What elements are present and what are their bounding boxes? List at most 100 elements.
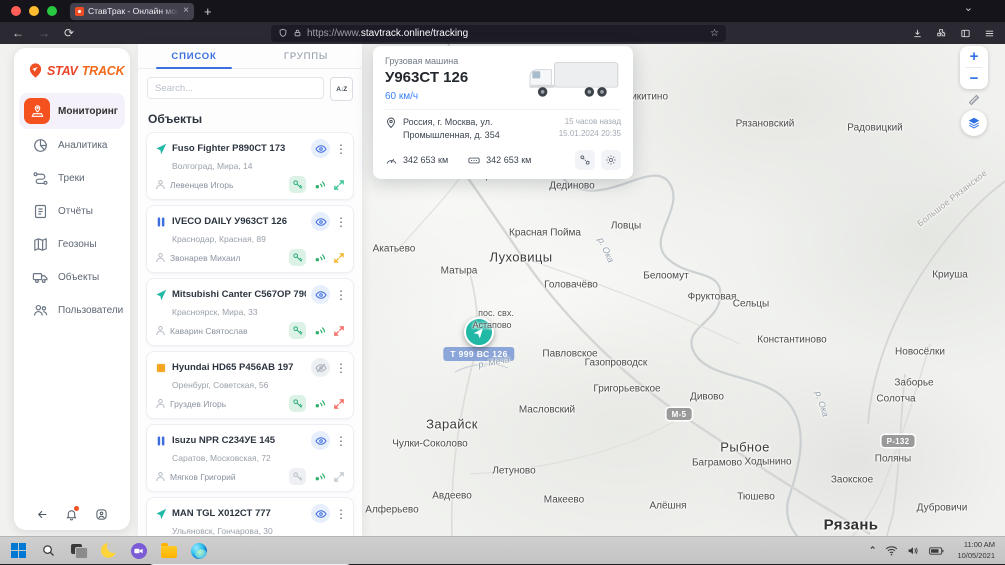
ignition-key-icon[interactable] <box>289 249 306 266</box>
more-options-kebab-icon[interactable]: ⋮ <box>335 362 345 374</box>
taskbar-clock[interactable]: 11:00 AM 10/05/2021 <box>957 540 995 562</box>
menu-hamburger-icon[interactable] <box>984 28 995 39</box>
file-explorer-button[interactable] <box>160 542 177 559</box>
visibility-eye-button[interactable] <box>311 212 330 231</box>
map-place-label: Акатьево <box>373 244 416 255</box>
sidebar-toggle-icon[interactable] <box>960 28 971 39</box>
tracks-icon <box>32 170 49 187</box>
more-options-kebab-icon[interactable]: ⋮ <box>335 435 345 447</box>
vehicle-address: Волгоград, Мира, 14 <box>172 161 345 171</box>
zoom-in-button[interactable]: + <box>960 46 988 67</box>
sidebar-item-analytics[interactable]: Аналитика <box>14 129 130 162</box>
forward-button[interactable]: → <box>38 27 50 39</box>
sidebar-item-users[interactable]: Пользователи <box>14 294 130 327</box>
search-icon <box>41 543 56 558</box>
bookmark-star-icon[interactable]: ☆ <box>710 28 719 39</box>
map-layers-button[interactable] <box>961 110 987 136</box>
night-mode-app-button[interactable] <box>100 542 117 559</box>
more-options-kebab-icon[interactable]: ⋮ <box>335 143 345 155</box>
sidebar-item-objects[interactable]: Объекты <box>14 261 130 294</box>
vehicle-card[interactable]: IVECO DAILY У963СТ 126 ⋮ Краснодар, Крас… <box>146 205 354 273</box>
users-icon <box>32 302 49 319</box>
vehicle-card[interactable]: Fuso Fighter Р890СТ 173 ⋮ Волгоград, Мир… <box>146 132 354 200</box>
visibility-eye-button[interactable] <box>311 139 330 158</box>
road-number-badge: М-5 <box>667 408 692 420</box>
clock-date: 10/05/2021 <box>957 551 995 562</box>
windows-start-button[interactable] <box>10 542 27 559</box>
driver-name: Звонарев Михаил <box>170 253 240 263</box>
visibility-eye-button[interactable] <box>311 431 330 450</box>
taskbar-search-button[interactable] <box>40 542 57 559</box>
sidebar-item-tracks[interactable]: Треки <box>14 162 130 195</box>
window-traffic-lights[interactable] <box>11 6 57 16</box>
task-view-button[interactable] <box>70 542 87 559</box>
ignition-key-icon[interactable] <box>289 322 306 339</box>
back-button[interactable]: ← <box>12 27 24 39</box>
visibility-eye-button[interactable] <box>311 285 330 304</box>
sidebar-item-monitoring[interactable]: Мониторинг <box>19 93 125 129</box>
tray-chevron-icon[interactable]: ⌃ <box>869 545 877 556</box>
vehicle-card[interactable]: Hyundai HD65 Р456АВ 197 ⋮ Оренбург, Сове… <box>146 351 354 419</box>
vehicle-settings-button[interactable] <box>601 150 621 170</box>
driver-person-icon <box>155 325 166 336</box>
vehicle-list-panel: СПИСОК ГРУППЫ A↓Z Объекты Fuso Fighter Р… <box>138 44 362 536</box>
can-bus-icon <box>467 154 481 167</box>
more-options-kebab-icon[interactable]: ⋮ <box>335 216 345 228</box>
gear-icon <box>605 154 617 166</box>
downloads-icon[interactable] <box>912 28 923 39</box>
search-input[interactable] <box>147 77 324 99</box>
map-place-label: Масловский <box>519 405 575 416</box>
more-options-kebab-icon[interactable]: ⋮ <box>335 289 345 301</box>
ignition-key-icon[interactable] <box>289 468 306 485</box>
window-minimize-button[interactable] <box>29 6 39 16</box>
profile-icon[interactable] <box>95 508 108 521</box>
sidebar-item-geozones[interactable]: Геозоны <box>14 228 130 261</box>
url-bar[interactable]: https://www.stavtrack.online/tracking ☆ <box>271 25 726 42</box>
browser-tab[interactable]: СтавТрак - Онлайн мониторин × <box>70 3 194 20</box>
map-place-label: Рыбное <box>720 440 770 455</box>
video-call-app-button[interactable] <box>130 542 147 559</box>
driver-name: Мягков Григорий <box>170 472 236 482</box>
ruler-icon[interactable] <box>968 94 980 106</box>
ignition-key-icon[interactable] <box>289 176 306 193</box>
notifications-bell-icon[interactable] <box>65 508 78 521</box>
map-place-label: Заокское <box>831 475 873 486</box>
url-text[interactable]: https://www.stavtrack.online/tracking <box>307 28 705 39</box>
ignition-key-icon[interactable] <box>289 395 306 412</box>
vehicle-address: Ульяновск, Гончарова, 30 <box>172 526 345 536</box>
window-close-button[interactable] <box>11 6 21 16</box>
tab-overflow-chevron-icon[interactable]: ⌄ <box>964 1 973 14</box>
map-place-label: Константиново <box>757 335 826 346</box>
edge-browser-button[interactable] <box>190 542 207 559</box>
window-zoom-button[interactable] <box>47 6 57 16</box>
driver-person-icon <box>155 471 166 482</box>
connection-status-icon <box>333 252 345 264</box>
new-tab-button[interactable]: + <box>204 5 212 18</box>
map-place-label: Газопроводск <box>585 358 648 369</box>
wifi-icon[interactable] <box>885 545 898 556</box>
tab-close-icon[interactable]: × <box>183 6 189 16</box>
collapse-back-icon[interactable] <box>36 508 49 521</box>
vehicle-card[interactable]: Mitsubishi Canter С567ОР 790 ⋮ Красноярс… <box>146 278 354 346</box>
battery-icon[interactable] <box>929 546 944 556</box>
sort-alphabetical-button[interactable]: A↓Z <box>330 77 353 101</box>
tab-list[interactable]: СПИСОК <box>138 44 250 68</box>
visibility-eye-button[interactable] <box>311 504 330 523</box>
vehicle-status-moving-icon <box>155 289 167 301</box>
map-place-label: Рязань <box>824 517 879 534</box>
logo-text-track: TRACK <box>82 64 125 78</box>
odometer-metric: 342 653 км <box>385 154 448 167</box>
connection-status-icon <box>333 179 345 191</box>
shield-icon[interactable] <box>278 28 288 38</box>
map-place-label: Новосёлки <box>895 347 945 358</box>
reload-button[interactable]: ⟳ <box>64 27 74 39</box>
vehicle-card[interactable]: Isuzu NPR С234УЕ 145 ⋮ Саратов, Московск… <box>146 424 354 492</box>
build-route-button[interactable] <box>575 150 595 170</box>
sidebar-item-reports[interactable]: Отчёты <box>14 195 130 228</box>
extensions-puzzle-icon[interactable] <box>936 28 947 39</box>
tab-groups[interactable]: ГРУППЫ <box>250 44 362 68</box>
zoom-out-button[interactable]: − <box>960 68 988 89</box>
visibility-eye-button[interactable] <box>311 358 330 377</box>
more-options-kebab-icon[interactable]: ⋮ <box>335 508 345 520</box>
speaker-icon[interactable] <box>907 545 920 556</box>
